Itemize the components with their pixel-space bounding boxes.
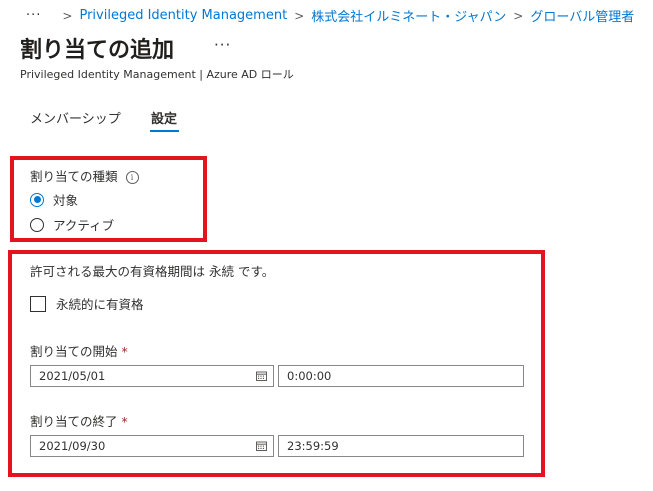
more-options-button[interactable]: ··· (214, 36, 231, 54)
end-field-label: 割り当ての終了 * (30, 411, 128, 430)
required-asterisk: * (121, 344, 128, 359)
start-time-input[interactable]: 0:00:00 (278, 365, 524, 387)
active-radio[interactable] (30, 217, 44, 232)
calendar-icon[interactable] (256, 441, 267, 451)
start-label-text: 割り当ての開始 (30, 344, 118, 359)
info-icon[interactable]: i (125, 171, 139, 184)
required-asterisk: * (121, 414, 128, 429)
end-time-value: 23:59:59 (287, 439, 339, 453)
breadcrumb-tenant-link[interactable]: 株式会社イルミネート・ジャパン (311, 6, 506, 25)
chevron-right-icon: > (62, 8, 73, 23)
start-time-value: 0:00:00 (287, 369, 332, 383)
page-subtitle: Privileged Identity Management | Azure A… (20, 68, 294, 81)
active-tab-indicator (150, 130, 179, 132)
end-time-input[interactable]: 23:59:59 (278, 435, 524, 457)
chevron-right-icon: > (513, 8, 524, 23)
breadcrumb-role-link[interactable]: グローバル管理者 (530, 6, 634, 25)
end-date-input[interactable]: 2021/09/30 (30, 435, 274, 457)
active-radio-label: アクティブ (53, 218, 115, 233)
permanent-eligible-checkbox[interactable] (30, 295, 46, 312)
start-date-value: 2021/05/01 (39, 369, 106, 383)
tab-membership[interactable]: メンバーシップ (30, 108, 121, 127)
radio-option-active[interactable]: アクティブ (30, 215, 114, 234)
eligible-radio[interactable] (30, 192, 44, 207)
breadcrumb-pim-link[interactable]: Privileged Identity Management (79, 8, 287, 23)
tab-settings[interactable]: 設定 (151, 108, 177, 127)
assignment-type-label: 割り当ての種類 (30, 169, 118, 184)
assignment-type-group: 割り当ての種類 i (30, 166, 139, 185)
max-duration-message: 許可される最大の有資格期間は 永続 です。 (30, 264, 275, 279)
eligible-radio-label: 対象 (53, 193, 79, 208)
start-date-input[interactable]: 2021/05/01 (30, 365, 274, 387)
end-date-value: 2021/09/30 (39, 439, 106, 453)
page-title: 割り当ての追加 (20, 38, 175, 63)
chevron-right-icon: > (294, 8, 305, 23)
breadcrumb: ··· > Privileged Identity Management > 株… (26, 6, 634, 25)
permanent-eligible-option[interactable]: 永続的に有資格 (30, 294, 144, 313)
radio-option-eligible[interactable]: 対象 (30, 190, 78, 209)
breadcrumb-ellipsis[interactable]: ··· (26, 8, 41, 23)
end-label-text: 割り当ての終了 (30, 414, 118, 429)
permanent-eligible-label: 永続的に有資格 (56, 297, 144, 312)
start-field-label: 割り当ての開始 * (30, 341, 128, 360)
calendar-icon[interactable] (256, 371, 267, 381)
